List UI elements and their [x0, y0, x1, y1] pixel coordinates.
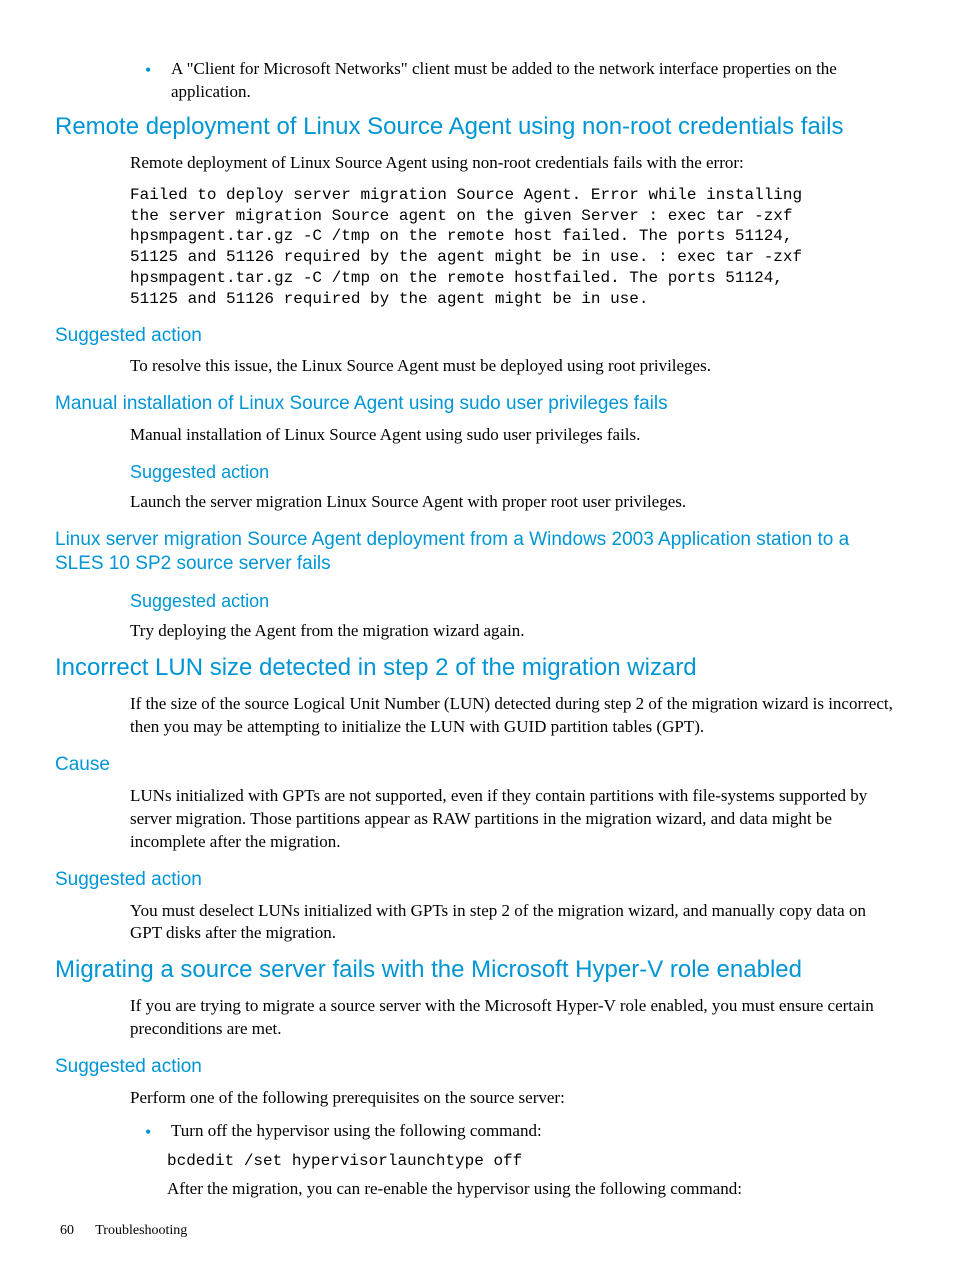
heading-suggested-action-remote: Suggested action	[55, 324, 899, 348]
heading-suggested-action-hyperv: Suggested action	[55, 1055, 899, 1079]
heading-manual-install: Manual installation of Linux Source Agen…	[55, 392, 899, 416]
intro-bullet: • A "Client for Microsoft Networks" clie…	[145, 58, 899, 104]
heading-suggested-action-manual: Suggested action	[130, 461, 899, 484]
footer-section: Troubleshooting	[95, 1223, 187, 1238]
page-footer: 60 Troubleshooting	[60, 1223, 187, 1239]
page-number: 60	[60, 1223, 74, 1238]
heading-lun: Incorrect LUN size detected in step 2 of…	[55, 653, 899, 683]
sles-suggested-body: Try deploying the Agent from the migrati…	[130, 620, 899, 643]
heading-suggested-action-lun: Suggested action	[55, 868, 899, 892]
remote-intro: Remote deployment of Linux Source Agent …	[130, 152, 899, 175]
lun-intro: If the size of the source Logical Unit N…	[130, 693, 899, 739]
bullet-icon: •	[145, 58, 155, 104]
lun-cause-body: LUNs initialized with GPTs are not suppo…	[130, 785, 899, 854]
hyperv-bullet: • Turn off the hypervisor using the foll…	[145, 1120, 899, 1144]
heading-remote-deployment: Remote deployment of Linux Source Agent …	[55, 112, 899, 142]
lun-suggested-body: You must deselect LUNs initialized with …	[130, 900, 899, 946]
heading-hyperv: Migrating a source server fails with the…	[55, 955, 899, 985]
heading-suggested-action-sles: Suggested action	[130, 590, 899, 613]
hyperv-intro: If you are trying to migrate a source se…	[130, 995, 899, 1041]
hyperv-command: bcdedit /set hypervisorlaunchtype off	[167, 1152, 899, 1170]
remote-suggested-body: To resolve this issue, the Linux Source …	[130, 355, 899, 378]
heading-sles: Linux server migration Source Agent depl…	[55, 528, 899, 576]
hyperv-after: After the migration, you can re-enable t…	[167, 1178, 899, 1201]
remote-error-code: Failed to deploy server migration Source…	[130, 185, 899, 310]
intro-bullet-text: A "Client for Microsoft Networks" client…	[171, 58, 899, 104]
heading-cause: Cause	[55, 753, 899, 777]
manual-suggested-body: Launch the server migration Linux Source…	[130, 491, 899, 514]
bullet-icon: •	[145, 1120, 155, 1144]
hyperv-bullet-text: Turn off the hypervisor using the follow…	[171, 1120, 899, 1144]
manual-intro: Manual installation of Linux Source Agen…	[130, 424, 899, 447]
page-content: • A "Client for Microsoft Networks" clie…	[55, 58, 899, 1201]
hyperv-suggested-body: Perform one of the following prerequisit…	[130, 1087, 899, 1110]
